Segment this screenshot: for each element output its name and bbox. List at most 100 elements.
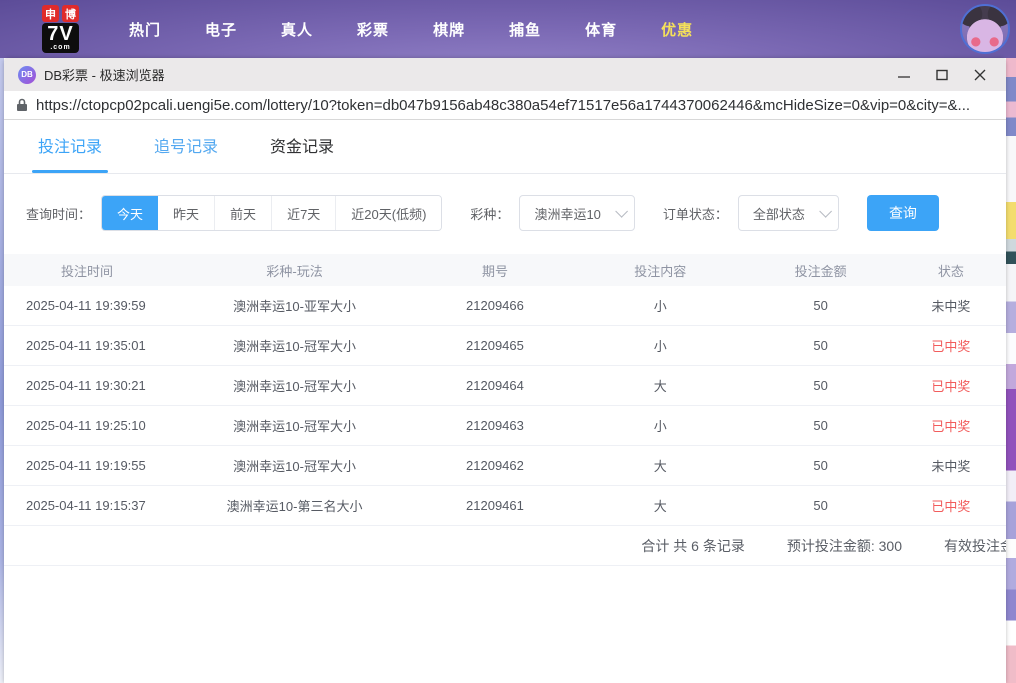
nav-item-3[interactable]: 真人	[259, 9, 335, 50]
table-row: 2025-04-11 19:35:01澳洲幸运10-冠军大小21209465小5…	[4, 326, 1006, 366]
column-header-1: 投注时间	[4, 261, 174, 280]
url-bar[interactable]: https://ctopcp02pcali.uengi5e.com/lotter…	[4, 91, 1006, 120]
db-app-icon: DB	[18, 66, 36, 84]
column-header-2: 彩种-玩法	[174, 261, 414, 280]
tab-1[interactable]: 投注记录	[34, 133, 106, 173]
table-row: 2025-04-11 19:25:10澳洲幸运10-冠军大小21209463小5…	[4, 406, 1006, 446]
cell-time: 2025-04-11 19:15:37	[4, 498, 174, 513]
status-filter-label: 订单状态：	[663, 204, 728, 223]
nav-item-6[interactable]: 捕鱼	[487, 9, 563, 50]
logo-box: 7V .com	[42, 23, 78, 53]
summary-valid-amount: 有效投注金	[944, 536, 1006, 556]
nav-item-2[interactable]: 电子	[183, 9, 259, 50]
nav-item-8[interactable]: 优惠	[639, 9, 715, 50]
lottery-filter-label: 彩种：	[470, 204, 509, 223]
cell-content: 大	[575, 376, 745, 395]
nav-item-4[interactable]: 彩票	[335, 9, 411, 50]
cell-issue: 21209464	[415, 378, 575, 393]
lottery-select[interactable]: 澳洲幸运10	[519, 195, 634, 231]
table-row: 2025-04-11 19:30:21澳洲幸运10-冠军大小21209464大5…	[4, 366, 1006, 406]
close-icon[interactable]	[964, 61, 996, 89]
order-status-select-value: 全部状态	[753, 204, 805, 223]
cell-time: 2025-04-11 19:25:10	[4, 418, 174, 433]
minimize-icon[interactable]	[888, 61, 920, 89]
cell-amount: 50	[745, 378, 895, 393]
cell-issue: 21209466	[415, 298, 575, 313]
column-header-4: 投注内容	[575, 261, 745, 280]
maximize-icon[interactable]	[926, 61, 958, 89]
logo-badge-2: 博	[62, 5, 79, 22]
site-topbar: 申 博 7V .com 热门电子真人彩票棋牌捕鱼体育优惠	[0, 0, 1016, 58]
cell-content: 小	[575, 336, 745, 355]
cell-play: 澳洲幸运10-第三名大小	[174, 496, 414, 515]
cell-play: 澳洲幸运10-冠军大小	[174, 456, 414, 475]
record-tabs: 投注记录 追号记录 资金记录	[4, 120, 1006, 174]
cell-content: 大	[575, 456, 745, 475]
time-option-2[interactable]: 昨天	[158, 196, 214, 230]
cell-status: 已中奖	[896, 376, 1006, 395]
cell-issue: 21209462	[415, 458, 575, 473]
logo-sub-text: .com	[47, 44, 73, 51]
cell-time: 2025-04-11 19:35:01	[4, 338, 174, 353]
chevron-down-icon	[819, 205, 832, 218]
cell-amount: 50	[745, 458, 895, 473]
summary-total-records: 合计 共 6 条记录	[641, 536, 744, 556]
cell-content: 小	[575, 296, 745, 315]
table-row: 2025-04-11 19:19:55澳洲幸运10-冠军大小21209462大5…	[4, 446, 1006, 486]
window-controls	[882, 61, 996, 89]
time-option-3[interactable]: 前天	[214, 196, 271, 230]
cell-amount: 50	[745, 338, 895, 353]
summary-expected-amount: 预计投注金额: 300	[787, 536, 902, 556]
cell-content: 小	[575, 416, 745, 435]
lock-icon	[16, 98, 28, 112]
logo-badges: 申 博	[42, 5, 79, 22]
table-row: 2025-04-11 19:15:37澳洲幸运10-第三名大小21209461大…	[4, 486, 1006, 526]
cell-status: 已中奖	[896, 416, 1006, 435]
time-option-1[interactable]: 今天	[102, 196, 158, 230]
search-button[interactable]: 查询	[867, 195, 939, 231]
cell-play: 澳洲幸运10-冠军大小	[174, 376, 414, 395]
nav-item-5[interactable]: 棋牌	[411, 9, 487, 50]
bet-records-table: 投注时间彩种-玩法期号投注内容投注金额状态 2025-04-11 19:39:5…	[4, 254, 1006, 566]
chevron-down-icon	[615, 205, 628, 218]
time-filter-group: 今天昨天前天近7天近20天(低频)	[101, 195, 442, 231]
tab-3[interactable]: 资金记录	[266, 133, 338, 173]
table-body: 2025-04-11 19:39:59澳洲幸运10-亚军大小21209466小5…	[4, 286, 1006, 526]
top-nav: 热门电子真人彩票棋牌捕鱼体育优惠	[107, 9, 715, 50]
screen: 申 博 7V .com 热门电子真人彩票棋牌捕鱼体育优惠 DB DB彩票 - 极…	[0, 0, 1016, 683]
cell-amount: 50	[745, 418, 895, 433]
nav-item-1[interactable]: 热门	[107, 9, 183, 50]
time-filter-label: 查询时间：	[26, 204, 91, 223]
tab-2[interactable]: 追号记录	[150, 133, 222, 173]
cell-issue: 21209463	[415, 418, 575, 433]
cell-play: 澳洲幸运10-冠军大小	[174, 416, 414, 435]
time-option-5[interactable]: 近20天(低频)	[335, 196, 441, 230]
column-header-3: 期号	[415, 261, 575, 280]
cell-amount: 50	[745, 298, 895, 313]
time-option-4[interactable]: 近7天	[271, 196, 335, 230]
cell-status: 已中奖	[896, 336, 1006, 355]
window-titlebar: DB DB彩票 - 极速浏览器	[4, 58, 1006, 91]
cell-play: 澳洲幸运10-冠军大小	[174, 336, 414, 355]
logo-main-text: 7V	[47, 24, 73, 44]
user-avatar[interactable]	[960, 4, 1010, 54]
cell-play: 澳洲幸运10-亚军大小	[174, 296, 414, 315]
browser-window: DB DB彩票 - 极速浏览器 https://ctopcp02pcali.ue…	[4, 58, 1006, 683]
cell-status: 未中奖	[896, 456, 1006, 475]
nav-item-7[interactable]: 体育	[563, 9, 639, 50]
lottery-select-value: 澳洲幸运10	[534, 204, 600, 223]
cell-status: 已中奖	[896, 496, 1006, 515]
table-summary-row: 合计 共 6 条记录 预计投注金额: 300 有效投注金	[4, 526, 1006, 566]
order-status-select[interactable]: 全部状态	[738, 195, 839, 231]
table-row: 2025-04-11 19:39:59澳洲幸运10-亚军大小21209466小5…	[4, 286, 1006, 326]
cell-amount: 50	[745, 498, 895, 513]
cell-issue: 21209465	[415, 338, 575, 353]
column-header-6: 状态	[896, 261, 1006, 280]
cell-time: 2025-04-11 19:19:55	[4, 458, 174, 473]
cell-content: 大	[575, 496, 745, 515]
cell-status: 未中奖	[896, 296, 1006, 315]
site-logo[interactable]: 申 博 7V .com	[42, 5, 79, 53]
page-content: 投注记录 追号记录 资金记录 查询时间： 今天昨天前天近7天近20天(低频) 彩种：…	[4, 120, 1006, 682]
column-header-5: 投注金额	[745, 261, 895, 280]
url-text: https://ctopcp02pcali.uengi5e.com/lotter…	[36, 97, 970, 114]
